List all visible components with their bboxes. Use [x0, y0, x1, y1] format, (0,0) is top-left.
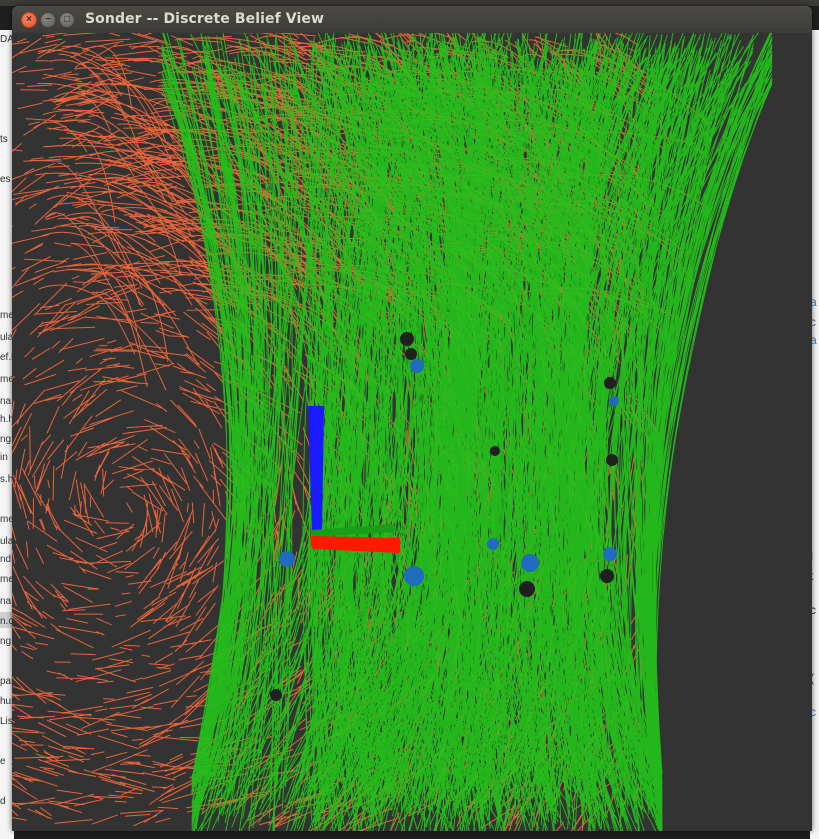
agent-marker: [410, 359, 424, 373]
agent-marker: [609, 396, 619, 406]
agent-marker: [521, 554, 539, 572]
left-pane-text-fragment: es: [0, 174, 11, 185]
obstacle-marker: [600, 569, 614, 583]
left-pane-text-fragment: Lis: [0, 716, 13, 727]
left-pane-text-fragment: d: [0, 796, 6, 807]
obstacle-marker: [519, 581, 535, 597]
left-pane-text-fragment: na: [0, 396, 12, 407]
obstacle-marker: [490, 446, 500, 456]
obstacle-marker: [405, 348, 417, 360]
left-pane-text-fragment: na: [0, 596, 12, 607]
left-pane-text-fragment: ts: [0, 134, 8, 145]
left-pane-text-fragment: in: [0, 452, 8, 463]
obstacle-marker: [270, 689, 282, 701]
belief-view-window: × − □ Sonder -- Discrete Belief View: [12, 6, 812, 831]
agent-marker: [279, 551, 295, 567]
obstacle-marker: [400, 332, 414, 346]
agent-marker: [487, 538, 499, 550]
belief-canvas[interactable]: [12, 33, 812, 831]
belief-viewport[interactable]: [12, 33, 812, 831]
window-titlebar[interactable]: × − □ Sonder -- Discrete Belief View: [12, 6, 812, 34]
minimize-icon[interactable]: −: [40, 12, 56, 28]
obstacle-marker: [606, 454, 618, 466]
left-pane-text-fragment: e: [0, 756, 6, 767]
agent-marker: [404, 566, 424, 586]
obstacle-marker: [604, 377, 616, 389]
left-pane-text-fragment: nd: [0, 554, 12, 565]
agent-marker: [603, 547, 617, 561]
window-title: Sonder -- Discrete Belief View: [85, 11, 325, 27]
left-pane-text-fragment: ng: [0, 434, 12, 445]
close-icon[interactable]: ×: [21, 12, 37, 28]
maximize-icon[interactable]: □: [59, 12, 75, 28]
left-pane-text-fragment: ng: [0, 636, 12, 647]
